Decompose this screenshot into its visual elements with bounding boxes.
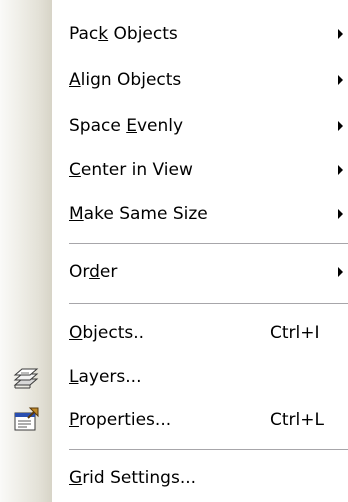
menu-item-pack-objects[interactable]: Pack Objects: [0, 14, 348, 54]
menu-item-label: Space Evenly: [69, 116, 184, 136]
submenu-arrow-icon: [338, 75, 343, 85]
submenu-arrow-icon: [338, 165, 343, 175]
menu-separator: [69, 243, 348, 245]
menu-item-label: Order: [69, 262, 118, 282]
menu-item-shortcut: Ctrl+I: [270, 323, 320, 343]
menu-item-space-evenly[interactable]: Space Evenly: [0, 106, 348, 146]
menu-item-label: Objects..: [69, 323, 145, 343]
menu-item-label: Pack Objects: [69, 24, 178, 44]
menu-item-grid-settings[interactable]: Grid Settings...: [0, 458, 348, 498]
submenu-arrow-icon: [338, 209, 343, 219]
submenu-arrow-icon: [338, 29, 343, 39]
properties-icon: [12, 406, 40, 434]
submenu-arrow-icon: [338, 267, 343, 277]
menu-item-label: Make Same Size: [69, 204, 208, 224]
menu-item-make-same-size[interactable]: Make Same Size: [0, 194, 348, 234]
menu-item-objects[interactable]: Objects.. Ctrl+I: [0, 313, 348, 353]
menu-item-align-objects[interactable]: Align Objects: [0, 60, 348, 100]
layers-icon: [12, 363, 40, 391]
menu-item-label: Align Objects: [69, 70, 182, 90]
menu-item-center-in-view[interactable]: Center in View: [0, 150, 348, 190]
menu-separator: [69, 449, 348, 451]
menu-item-label: Center in View: [69, 160, 193, 180]
submenu-arrow-icon: [338, 121, 343, 131]
menu-item-properties[interactable]: Properties... Ctrl+L: [0, 400, 348, 440]
menu-item-label: Grid Settings...: [69, 468, 197, 488]
menu-items: Pack Objects Align Objects Space Evenly …: [0, 0, 348, 502]
menu-item-label: Properties...: [69, 410, 172, 430]
context-menu: Pack Objects Align Objects Space Evenly …: [0, 0, 348, 502]
menu-item-label: Layers...: [69, 367, 142, 387]
menu-item-layers[interactable]: Layers...: [0, 357, 348, 397]
menu-item-shortcut: Ctrl+L: [270, 410, 324, 430]
menu-separator: [69, 303, 348, 305]
menu-item-order[interactable]: Order: [0, 252, 348, 292]
